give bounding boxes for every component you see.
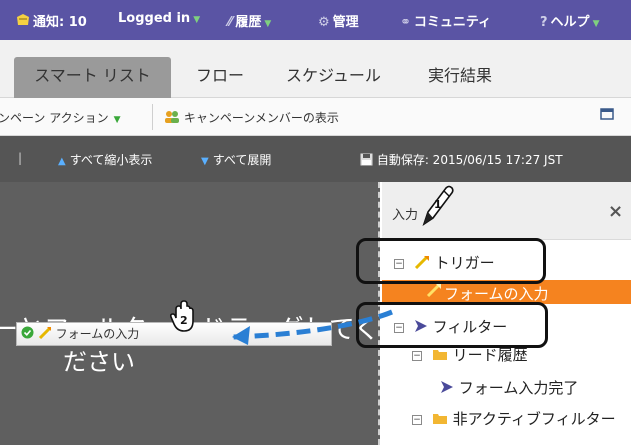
drag-path-arrow xyxy=(231,309,393,340)
hand-cursor-icon: 2 xyxy=(168,300,202,338)
step-1-label: 1 xyxy=(434,198,442,211)
drag-arrowhead xyxy=(232,326,250,345)
step-2-label: 2 xyxy=(180,314,188,327)
pencil-cursor-icon: 1 xyxy=(420,184,454,232)
drag-arrow-overlay xyxy=(231,309,393,345)
